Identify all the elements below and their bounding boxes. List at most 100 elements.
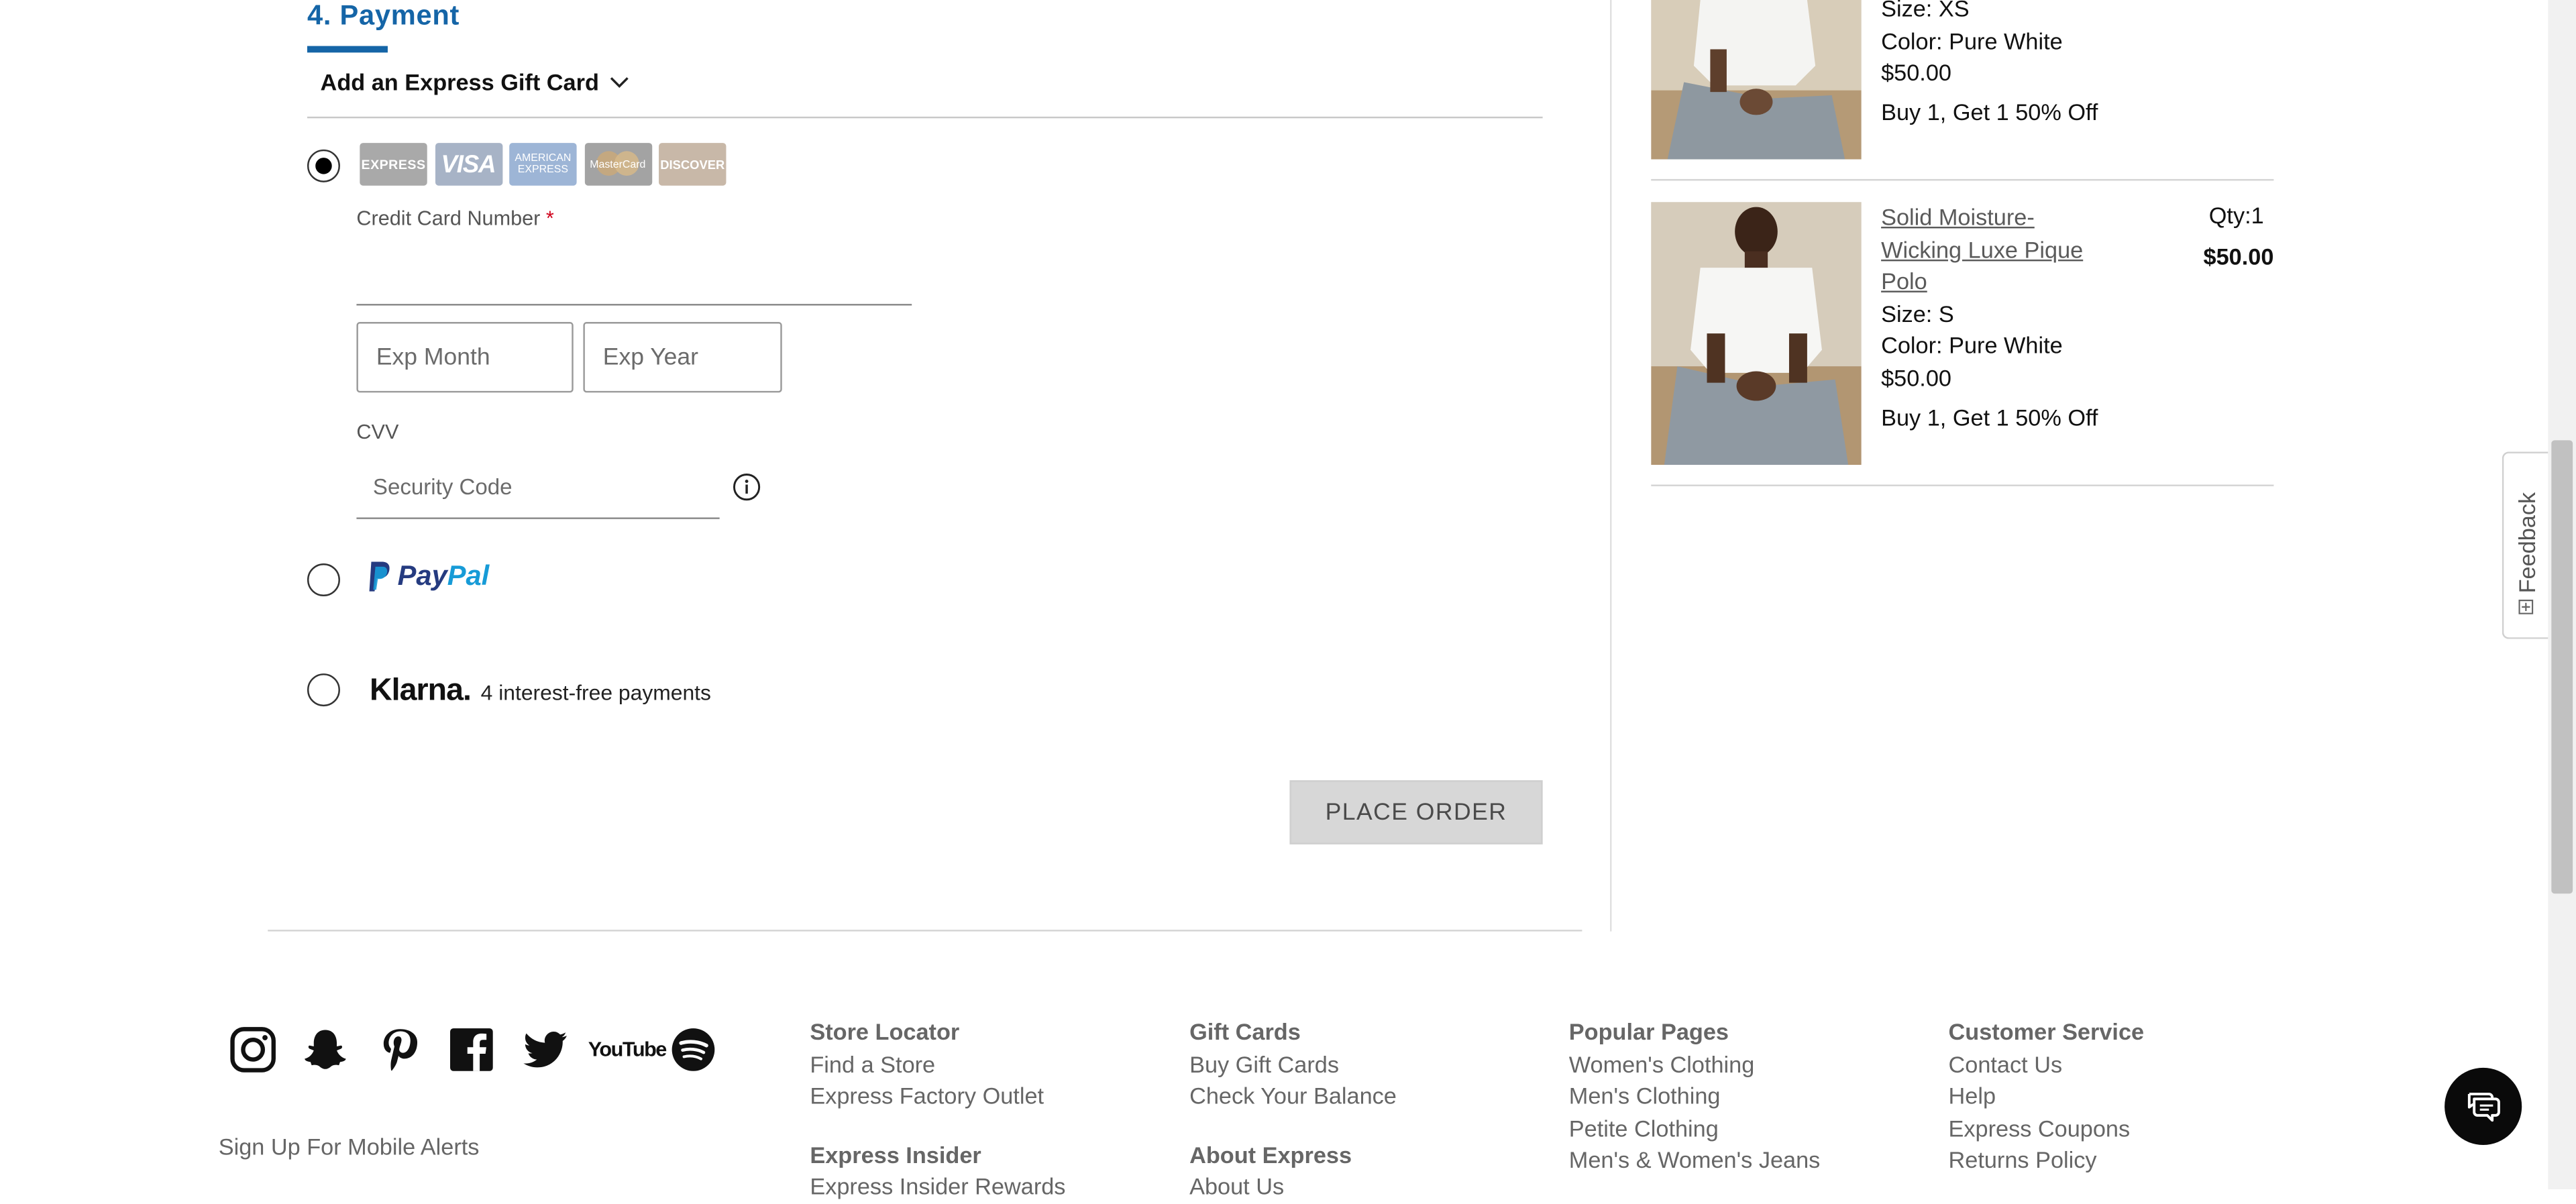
- footer-link[interactable]: Men's & Women's Jeans: [1569, 1146, 1821, 1178]
- pinterest-icon[interactable]: [376, 1027, 423, 1073]
- item-color: Color: Pure White: [1881, 27, 2063, 54]
- snapchat-icon[interactable]: [303, 1027, 349, 1073]
- product-image[interactable]: [1651, 202, 1862, 466]
- footer-column-popular-pages: Popular Pages Women's Clothing Men's Clo…: [1569, 1017, 1821, 1178]
- klarna-description: 4 interest-free payments: [480, 679, 711, 705]
- info-icon[interactable]: [733, 473, 761, 501]
- feedback-tab[interactable]: Feedback: [2502, 451, 2548, 639]
- section-title-underline: [307, 46, 388, 53]
- product-name-link[interactable]: Solid Moisture- Wicking Luxe Pique Polo: [1881, 202, 2098, 298]
- paypal-pal-text: Pal: [447, 560, 490, 592]
- chevron-down-icon: [609, 77, 628, 88]
- paypal-pay-text: Pay: [397, 560, 447, 592]
- footer-link[interactable]: Express Insider Rewards: [810, 1172, 1065, 1204]
- main-divider: [268, 930, 1582, 932]
- place-order-button[interactable]: PLACE ORDER: [1289, 780, 1543, 844]
- feedback-label: Feedback: [2512, 492, 2539, 594]
- mobile-alerts-signup[interactable]: Sign Up For Mobile Alerts: [219, 1134, 480, 1160]
- footer-column-gift-cards: Gift Cards Buy Gift Cards Check Your Bal…: [1189, 1017, 1397, 1204]
- footer-link[interactable]: Help: [1949, 1081, 2145, 1113]
- product-name-line-3: Polo: [1881, 268, 1927, 294]
- credit-card-number-input[interactable]: [356, 238, 912, 306]
- chat-bubble-icon: [2467, 1091, 2500, 1121]
- exp-year-select[interactable]: Exp Year: [583, 322, 782, 393]
- visa-logo: VISA: [434, 143, 502, 186]
- item-color: Color: Pure White: [1881, 332, 2063, 359]
- facebook-icon[interactable]: [449, 1027, 495, 1073]
- cvv-label: CVV: [356, 420, 399, 444]
- footer-link[interactable]: Contact Us: [1949, 1049, 2145, 1081]
- cvv-placeholder: Security Code: [372, 474, 513, 500]
- klarna-radio[interactable]: [307, 673, 340, 707]
- paypal-logo[interactable]: PayPal: [368, 560, 490, 593]
- chat-button[interactable]: [2445, 1067, 2522, 1145]
- footer-heading[interactable]: Customer Service: [1949, 1017, 2145, 1049]
- item-price: $50.00: [1881, 59, 1951, 86]
- footer-heading[interactable]: About Express: [1189, 1140, 1397, 1172]
- instagram-icon[interactable]: [230, 1027, 276, 1073]
- item-size: Size: S: [1881, 300, 1954, 327]
- amex-line2: EXPRESS: [517, 164, 569, 176]
- exp-month-placeholder: Exp Month: [376, 344, 490, 371]
- paypal-p-icon: [369, 561, 390, 592]
- amex-logo: AMERICAN EXPRESS: [509, 143, 577, 186]
- footer-link[interactable]: Check Your Balance: [1189, 1081, 1397, 1113]
- gift-card-label: Add an Express Gift Card: [320, 68, 599, 96]
- scrollbar-thumb[interactable]: [2551, 440, 2573, 894]
- item-size: Size: XS: [1881, 0, 1970, 21]
- cvv-input[interactable]: Security Code: [356, 457, 720, 519]
- payment-section-title: 4. Payment: [307, 0, 460, 32]
- mastercard-text: MasterCard: [590, 158, 646, 170]
- credit-card-number-label: Credit Card Number *: [356, 207, 553, 230]
- footer-heading[interactable]: Express Insider: [810, 1140, 1065, 1172]
- item-quantity: Qty:1: [2208, 202, 2264, 229]
- divider: [307, 116, 1543, 119]
- required-marker: *: [545, 207, 554, 230]
- item-promo: Buy 1, Get 1 50% Off: [1881, 403, 2098, 430]
- credit-card-radio[interactable]: [307, 149, 340, 182]
- footer-link[interactable]: Petite Clothing: [1569, 1113, 1821, 1146]
- spotify-icon[interactable]: [670, 1027, 716, 1073]
- footer-link[interactable]: Women's Clothing: [1569, 1049, 1821, 1081]
- klarna-logo: Klarna.: [370, 673, 472, 708]
- column-divider: [1610, 0, 1612, 932]
- add-gift-card-toggle[interactable]: Add an Express Gift Card: [321, 69, 629, 95]
- exp-year-placeholder: Exp Year: [602, 344, 698, 371]
- footer-link[interactable]: Men's Clothing: [1569, 1081, 1821, 1113]
- klarna-option[interactable]: Klarna. 4 interest-free payments: [370, 673, 711, 710]
- amex-line1: AMERICAN: [515, 152, 572, 164]
- item-promo: Buy 1, Get 1 50% Off: [1881, 98, 2098, 125]
- product-photo-graphic: [1651, 0, 1862, 160]
- product-image[interactable]: [1651, 0, 1862, 160]
- footer-heading[interactable]: Popular Pages: [1569, 1017, 1821, 1049]
- item-total: $50.00: [2203, 243, 2274, 270]
- footer-link[interactable]: Returns Policy: [1949, 1146, 2145, 1178]
- footer-heading[interactable]: Gift Cards: [1189, 1017, 1397, 1049]
- footer-link[interactable]: Express Coupons: [1949, 1113, 2145, 1146]
- cart-item-1-details: Size: XS Color: Pure White $50.00 Buy 1,…: [1881, 0, 2098, 129]
- footer-heading[interactable]: Store Locator: [810, 1017, 1065, 1049]
- item-price: $50.00: [1881, 364, 1951, 391]
- paypal-radio[interactable]: [307, 563, 340, 596]
- express-card-logo: EXPRESS: [360, 143, 427, 186]
- product-name-line-2: Wicking Luxe Pique: [1881, 235, 2084, 262]
- exp-month-select[interactable]: Exp Month: [356, 322, 574, 393]
- twitter-icon[interactable]: [523, 1027, 569, 1073]
- footer-column-customer-service: Customer Service Contact Us Help Express…: [1949, 1017, 2145, 1178]
- mastercard-logo: MasterCard: [584, 143, 652, 186]
- feedback-icon: [2518, 600, 2534, 614]
- item-divider: [1651, 178, 2274, 181]
- footer-link[interactable]: Express Factory Outlet: [810, 1081, 1065, 1113]
- footer-column-store: Store Locator Find a Store Express Facto…: [810, 1017, 1065, 1204]
- youtube-icon[interactable]: YouTube: [588, 1033, 667, 1066]
- credit-card-number-label-text: Credit Card Number: [356, 207, 541, 230]
- footer-link[interactable]: Buy Gift Cards: [1189, 1049, 1397, 1081]
- product-photo-graphic: [1651, 202, 1862, 466]
- card-logos: EXPRESS VISA AMERICAN EXPRESS MasterCard …: [360, 143, 727, 186]
- item-divider: [1651, 484, 2274, 486]
- footer-link[interactable]: Find a Store: [810, 1049, 1065, 1081]
- footer-link[interactable]: About Us: [1189, 1172, 1397, 1204]
- discover-logo: DISCOVER: [659, 143, 727, 186]
- product-name-line-1: Solid Moisture-: [1881, 203, 2035, 230]
- youtube-text: YouTube: [588, 1038, 667, 1062]
